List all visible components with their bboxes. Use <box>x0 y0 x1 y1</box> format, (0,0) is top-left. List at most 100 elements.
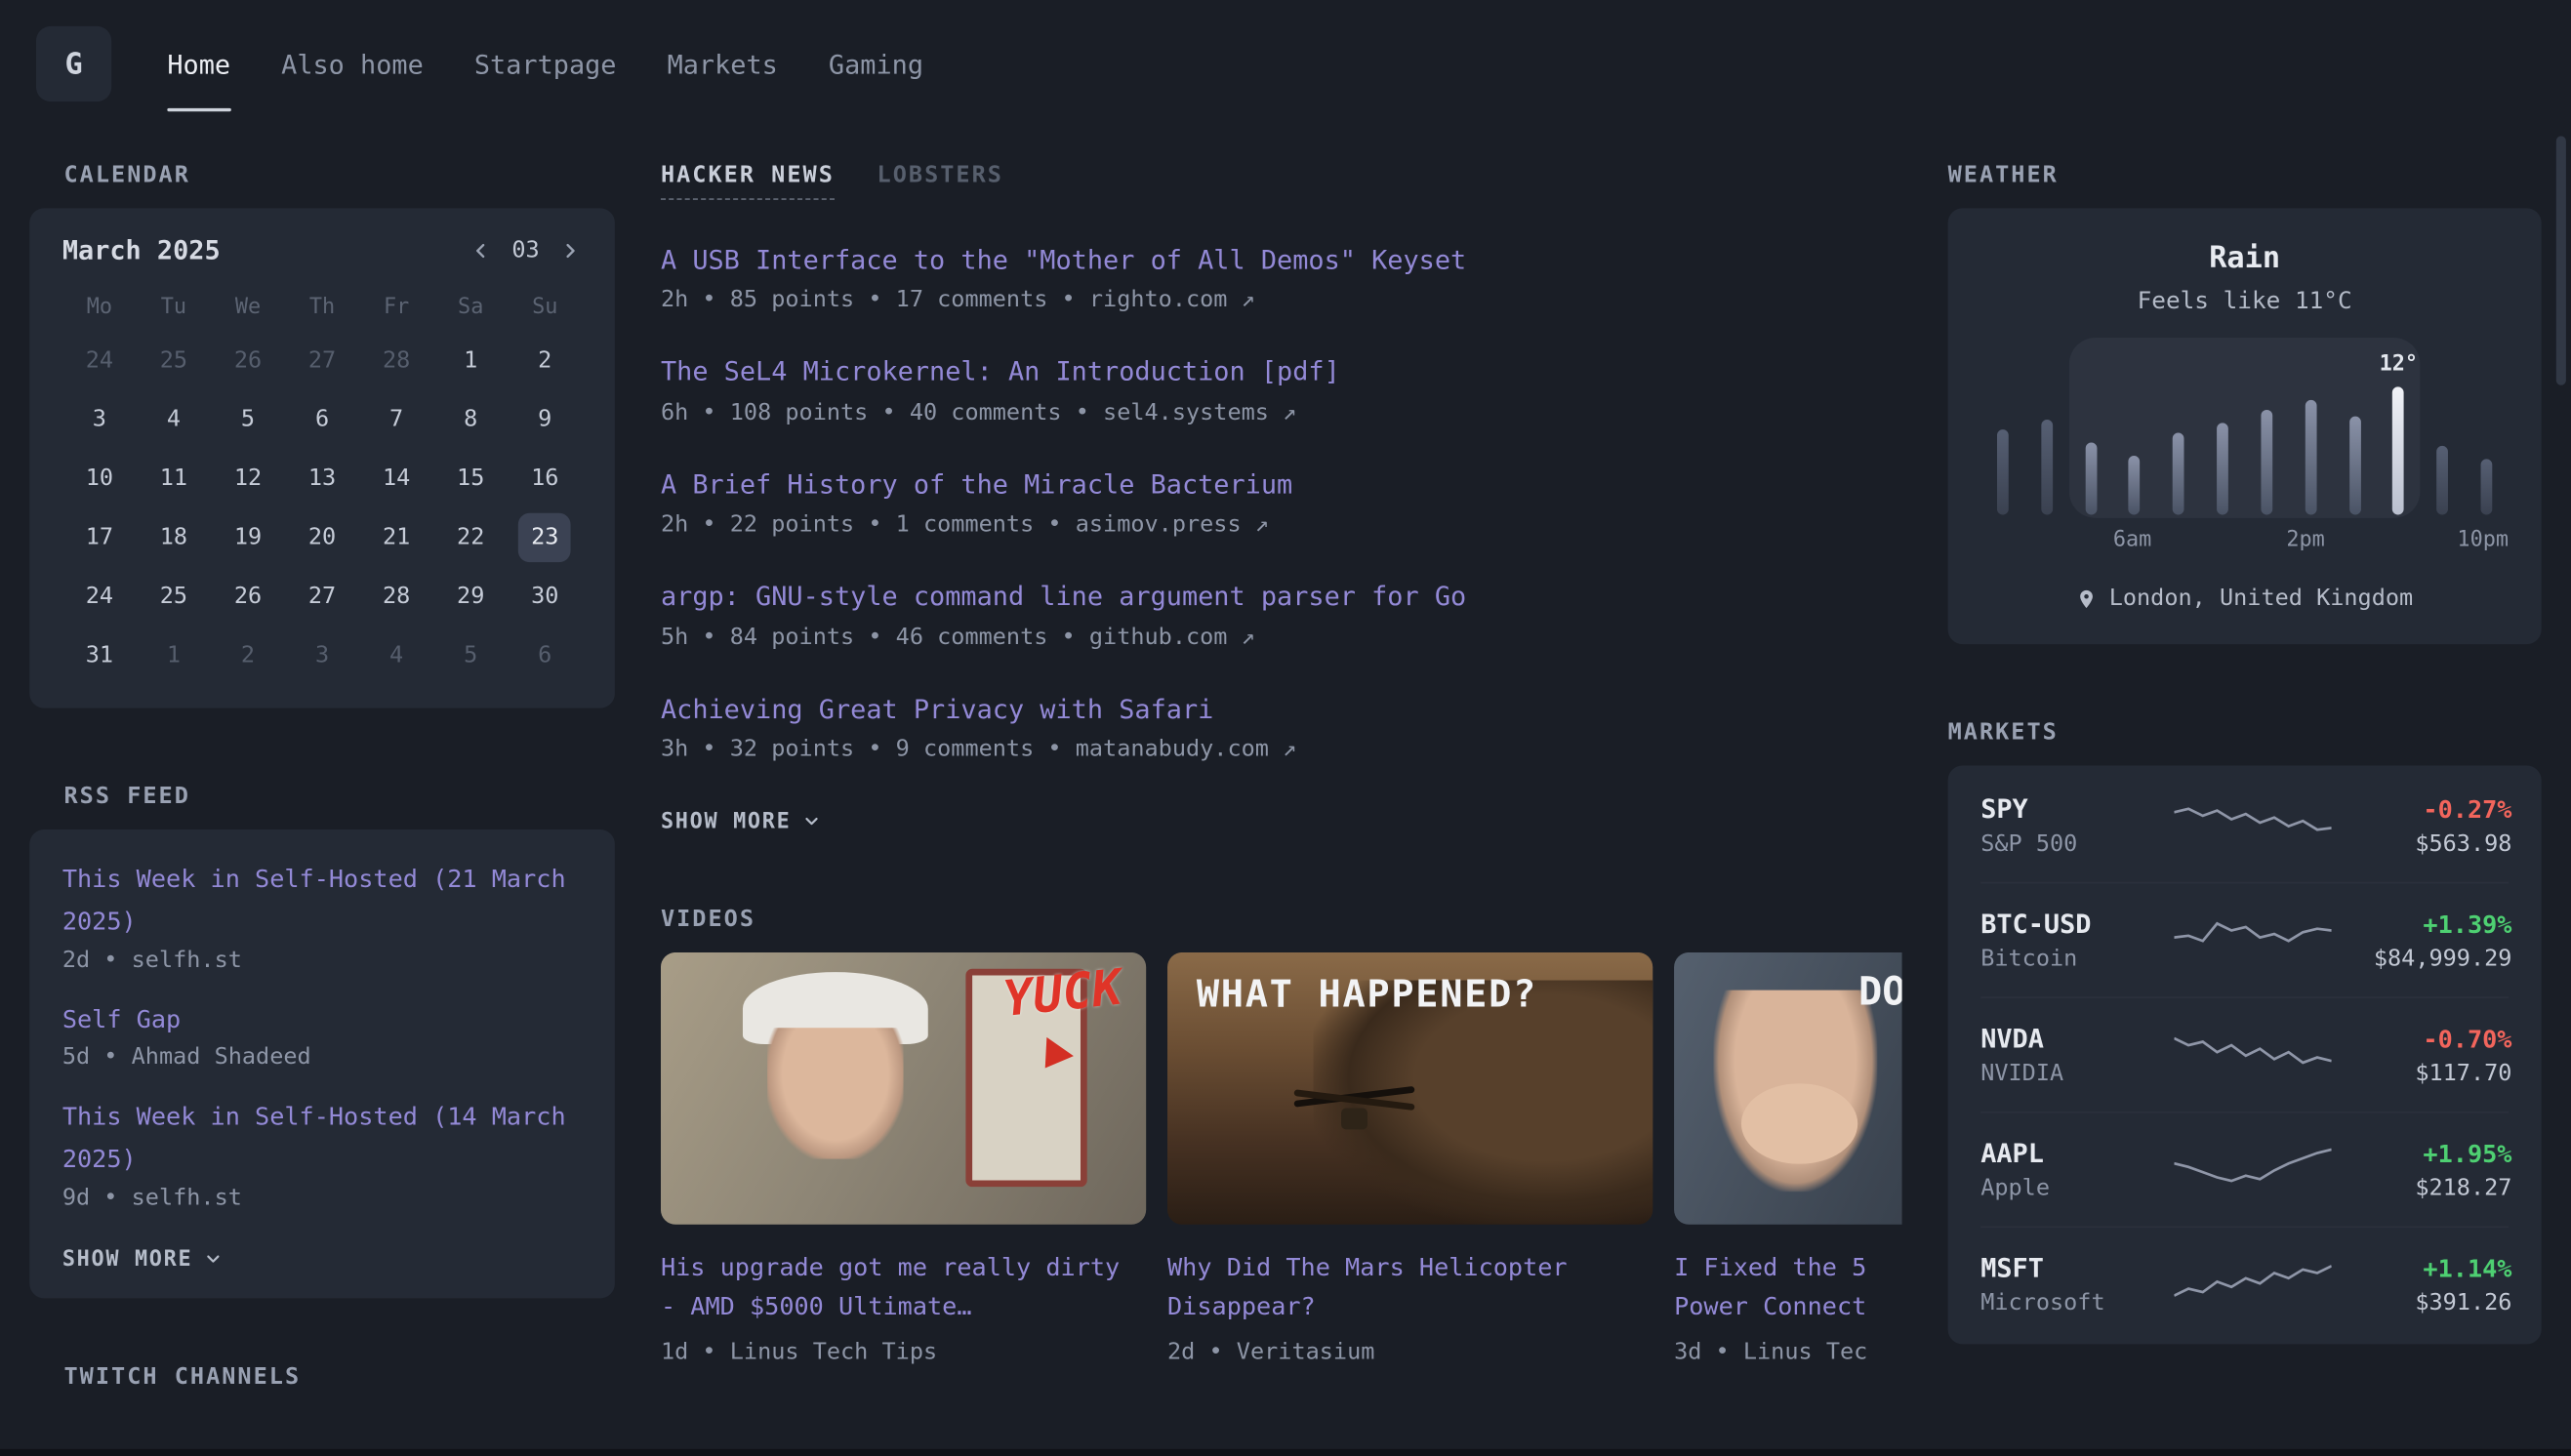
market-name: Apple <box>1980 1175 2174 1201</box>
video-title-link[interactable]: I Fixed the 5 <box>1674 1247 1901 1286</box>
calendar-day: 2 <box>222 631 274 680</box>
map-pin-icon <box>2076 586 2098 611</box>
calendar-weekday-row: Mo Tu We Th Fr Sa Su <box>62 282 582 331</box>
rss-item: This Week in Self-Hosted (14 March 2025)… <box>62 1097 582 1211</box>
market-change: -0.70% <box>2332 1024 2512 1053</box>
calendar-day: 29 <box>444 572 497 621</box>
calendar-day: 7 <box>370 395 423 444</box>
video-thumbnail[interactable]: WHAT HAPPENED? <box>1167 952 1653 1225</box>
calendar-day-selected: 23 <box>518 513 571 562</box>
calendar-section-label: CALENDAR <box>64 162 615 188</box>
video-thumbnail[interactable]: YUCK <box>661 952 1146 1225</box>
tab-lobsters[interactable]: LOBSTERS <box>877 162 1003 200</box>
news-show-more-button[interactable]: SHOW MORE <box>661 810 822 834</box>
page-scrollbar[interactable] <box>2556 136 2566 384</box>
weather-bar <box>2261 410 2272 515</box>
market-change: +1.39% <box>2332 909 2512 938</box>
calendar-day: 6 <box>296 395 348 444</box>
market-sparkline <box>2174 912 2331 968</box>
market-name: S&P 500 <box>1980 831 2174 858</box>
face-shape <box>767 1029 903 1159</box>
nav-tab-home[interactable]: Home <box>167 0 230 128</box>
rss-show-more-button[interactable]: SHOW MORE <box>62 1247 224 1272</box>
calendar-month-number: 03 <box>511 237 539 263</box>
dashboard: G Home Also home Startpage Markets Gamin… <box>0 0 2571 1449</box>
hour-label: 6am <box>2110 528 2153 552</box>
tab-hacker-news[interactable]: HACKER NEWS <box>661 162 835 200</box>
weather-location-text: London, United Kingdom <box>2109 586 2413 612</box>
calendar-day: 28 <box>370 336 423 384</box>
rss-show-more-label: SHOW MORE <box>62 1247 192 1272</box>
weekday-label: Sa <box>433 282 508 331</box>
market-change: +1.95% <box>2332 1139 2512 1168</box>
video-title-link[interactable]: His upgrade got me really dirty - AMD $5… <box>661 1247 1146 1326</box>
rss-item-title[interactable]: This Week in Self-Hosted (14 March 2025) <box>62 1097 582 1182</box>
story-item: The SeL4 Microkernel: An Introduction [p… <box>661 354 1902 425</box>
rss-item-title[interactable]: This Week in Self-Hosted (21 March 2025) <box>62 859 582 944</box>
nav-tab-gaming[interactable]: Gaming <box>829 0 923 128</box>
story-item: A USB Interface to the "Mother of All De… <box>661 243 1902 314</box>
nav-tab-also-home[interactable]: Also home <box>281 0 424 128</box>
story-title-link[interactable]: A Brief History of the Miracle Bacterium <box>661 466 1902 504</box>
weather-bar <box>2085 443 2097 515</box>
app-logo[interactable]: G <box>36 26 111 101</box>
right-column: WEATHER Rain Feels like 11°C 12° 6am2pm1… <box>1948 128 2542 1410</box>
story-title-link[interactable]: argp: GNU-style command line argument pa… <box>661 579 1902 616</box>
video-title-line2[interactable]: Power Connect <box>1674 1287 1901 1326</box>
calendar-day: 26 <box>222 336 274 384</box>
rss-item: This Week in Self-Hosted (21 March 2025)… <box>62 859 582 973</box>
calendar-day: 2 <box>518 336 571 384</box>
weather-hours: 6am2pm10pm <box>1980 528 2509 552</box>
market-row[interactable]: BTC-USD Bitcoin +1.39% $84,999.29 <box>1980 882 2509 997</box>
calendar-day: 25 <box>147 572 200 621</box>
market-change: -0.27% <box>2332 794 2512 824</box>
rss-item-meta: 2d • selfh.st <box>62 947 582 973</box>
calendar-day: 5 <box>222 395 274 444</box>
calendar-widget: March 2025 03 Mo Tu We Th <box>29 208 615 708</box>
chevron-left-icon <box>469 238 493 262</box>
weekday-label: Fr <box>359 282 433 331</box>
calendar-day: 18 <box>147 513 200 562</box>
story-title-link[interactable]: Achieving Great Privacy with Safari <box>661 691 1902 728</box>
market-name: Microsoft <box>1980 1290 2174 1316</box>
news-show-more-label: SHOW MORE <box>661 810 791 834</box>
rss-widget: This Week in Self-Hosted (21 March 2025)… <box>29 829 615 1298</box>
news-tabs: HACKER NEWS LOBSTERS <box>661 162 1902 200</box>
market-row[interactable]: SPY S&P 500 -0.27% $563.98 <box>1980 769 2509 882</box>
rss-item-title[interactable]: Self Gap <box>62 999 582 1041</box>
calendar-day: 15 <box>444 454 497 503</box>
weather-bar <box>2348 417 2360 515</box>
market-row[interactable]: NVDA NVIDIA -0.70% $117.70 <box>1980 996 2509 1112</box>
calendar-day: 3 <box>73 395 126 444</box>
video-card: YUCK His upgrade got me really dirty - A… <box>661 952 1146 1365</box>
calendar-day: 19 <box>222 513 274 562</box>
video-thumbnail[interactable]: DO <box>1674 952 1901 1225</box>
twitch-section-label: TWITCH CHANNELS <box>64 1364 615 1391</box>
weather-bar <box>2481 459 2493 514</box>
calendar-day: 21 <box>370 513 423 562</box>
story-title-link[interactable]: The SeL4 Microkernel: An Introduction [p… <box>661 354 1902 391</box>
calendar-day: 14 <box>370 454 423 503</box>
nav-tab-markets[interactable]: Markets <box>668 0 778 128</box>
video-card: WHAT HAPPENED? Why Did The Mars Helicopt… <box>1167 952 1653 1365</box>
weather-bar <box>2041 420 2053 514</box>
calendar-day: 6 <box>518 631 571 680</box>
videos-row: YUCK His upgrade got me really dirty - A… <box>661 952 1902 1365</box>
calendar-next-button[interactable] <box>559 238 583 262</box>
nav-tab-startpage[interactable]: Startpage <box>474 0 617 128</box>
story-title-link[interactable]: A USB Interface to the "Mother of All De… <box>661 243 1902 280</box>
video-title-link[interactable]: Why Did The Mars Helicopter Disappear? <box>1167 1247 1653 1326</box>
market-row[interactable]: MSFT Microsoft +1.14% $391.26 <box>1980 1226 2509 1341</box>
story-meta: 2h • 22 points • 1 comments • asimov.pre… <box>661 511 1902 538</box>
video-card: DO I Fixed the 5 Power Connect 3d • Linu… <box>1674 952 1901 1365</box>
market-row[interactable]: AAPL Apple +1.95% $218.27 <box>1980 1112 2509 1227</box>
weather-bar <box>2436 446 2448 515</box>
story-meta: 2h • 85 points • 17 comments • righto.co… <box>661 288 1902 314</box>
calendar-prev-button[interactable] <box>469 238 493 262</box>
calendar-day: 3 <box>296 631 348 680</box>
calendar-month-title: March 2025 <box>62 234 221 265</box>
market-sparkline <box>2174 1257 2331 1313</box>
market-ticker: AAPL <box>1980 1138 2174 1169</box>
thumbnail-overlay-text: DO <box>1858 969 1902 1015</box>
calendar-day: 10 <box>73 454 126 503</box>
